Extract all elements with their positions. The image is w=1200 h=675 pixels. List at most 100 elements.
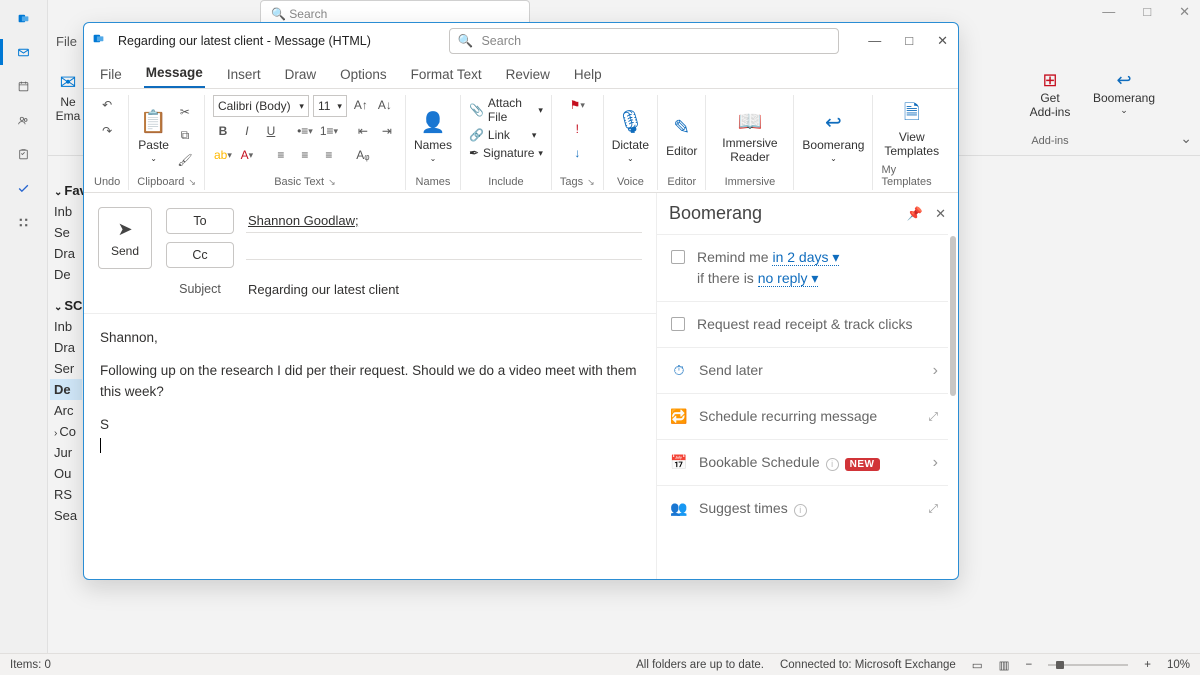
signature-button[interactable]: ✒Signature▾ [469,145,543,161]
boomerang-button[interactable]: ↩ Boomerang ⌄ [802,108,864,163]
italic-button[interactable]: I [237,121,257,141]
suggest-times-option[interactable]: 👥 Suggest timesi ⤢ [657,485,948,531]
recurring-option[interactable]: 🔁 Schedule recurring message ⤢ [657,393,948,439]
clipboard-dialog-launcher[interactable]: ↘ [188,177,196,187]
low-importance-button[interactable]: ↓ [567,143,587,163]
account-header[interactable]: SCO [50,295,82,316]
folder-item[interactable]: Ou [50,463,82,484]
bold-button[interactable]: B [213,121,233,141]
people-icon[interactable] [14,110,34,130]
view-reading-icon[interactable]: ▥ [999,658,1010,672]
outlook-app-icon[interactable] [14,8,34,28]
folder-item-selected[interactable]: De [50,379,82,400]
zoom-percent[interactable]: 10% [1167,659,1190,671]
send-button[interactable]: ➤ Send [98,207,152,269]
copy-button[interactable]: ⧉ [175,126,195,146]
boomerang-addin-button[interactable]: ↩ Boomerang ⌄ [1084,70,1164,116]
high-importance-button[interactable]: ! [567,119,587,139]
clear-formatting-button[interactable]: Aᵩ [353,145,373,165]
tab-message[interactable]: Message [144,59,205,88]
shrink-font-button[interactable]: A↓ [375,95,395,115]
view-normal-icon[interactable]: ▭ [972,658,983,672]
format-painter-button[interactable]: 🖌 [175,150,195,170]
grow-font-button[interactable]: A↑ [351,95,371,115]
tasks-icon[interactable] [14,144,34,164]
tags-dialog-launcher[interactable]: ↘ [587,177,595,187]
to-field[interactable]: Shannon Goodlaw; [246,209,642,233]
remind-me-option[interactable]: Remind me in 2 days ▾ if there is no rep… [657,234,948,301]
bookable-option[interactable]: 📅 Bookable ScheduleiNEW › [657,439,948,485]
new-email-button[interactable]: ✉ Ne Ema [54,70,82,123]
close-pane-button[interactable]: ✕ [935,206,946,222]
folder-item[interactable]: Inb [50,316,82,337]
cc-button[interactable]: Cc [166,242,234,268]
maximize-button[interactable]: □ [1143,4,1151,20]
tab-draw[interactable]: Draw [283,61,319,88]
font-size-combo[interactable]: 11▾ [313,95,347,117]
align-left-button[interactable]: ≡ [271,145,291,165]
underline-button[interactable]: U [261,121,281,141]
zoom-in-button[interactable]: + [1144,659,1151,671]
remind-checkbox[interactable] [671,250,685,264]
editor-button[interactable]: ✎ Editor [666,114,697,158]
read-receipt-option[interactable]: Request read receipt & track clicks [657,301,948,347]
get-addins-button[interactable]: ⊞ Get Add-ins Add-ins [1020,70,1080,147]
to-button[interactable]: To [166,208,234,234]
minimize-button[interactable]: — [868,33,881,49]
tab-file[interactable]: File [98,61,124,88]
redo-button[interactable]: ↷ [97,121,117,141]
tab-format-text[interactable]: Format Text [409,61,484,88]
remind-when-dropdown[interactable]: in 2 days ▾ [772,249,839,266]
receipt-checkbox[interactable] [671,317,685,331]
dictate-button[interactable]: 🎙 Dictate ⌄ [612,108,649,163]
minimize-button[interactable]: — [1102,4,1115,20]
immersive-reader-button[interactable]: 📖 Immersive Reader [714,107,785,163]
remind-condition-dropdown[interactable]: no reply ▾ [758,270,819,287]
cut-button[interactable]: ✂ [175,102,195,122]
folder-item[interactable]: Ser [50,358,82,379]
zoom-out-button[interactable]: − [1026,659,1033,671]
compose-search[interactable]: 🔍 Search [449,28,839,54]
numbering-button[interactable]: 1≡ [319,121,339,141]
send-later-option[interactable]: ⏱ Send later › [657,347,948,393]
view-templates-button[interactable]: 🗎 View Templates [881,101,942,157]
ribbon-collapse-chevron[interactable]: ⌄ [1180,130,1192,147]
favorites-header[interactable]: Favorites [50,180,82,201]
close-button[interactable]: ✕ [1179,4,1190,20]
names-button[interactable]: 👤 Names ⌄ [414,108,452,163]
folder-item[interactable]: Co [50,421,82,442]
folder-item[interactable]: Arc [50,400,82,421]
maximize-button[interactable]: □ [905,33,913,49]
folder-item[interactable]: RS [50,484,82,505]
folder-item[interactable]: Inb [50,201,82,222]
font-family-combo[interactable]: Calibri (Body)▾ [213,95,309,117]
font-color-button[interactable]: A [237,145,257,165]
scrollbar-thumb[interactable] [950,236,956,396]
align-center-button[interactable]: ≡ [295,145,315,165]
close-button[interactable]: ✕ [937,33,948,49]
info-icon[interactable]: i [826,458,839,471]
highlight-button[interactable]: ab [213,145,233,165]
folder-item[interactable]: Jur [50,442,82,463]
tab-options[interactable]: Options [338,61,389,88]
align-right-button[interactable]: ≡ [319,145,339,165]
info-icon[interactable]: i [794,504,807,517]
calendar-icon[interactable] [14,76,34,96]
bullets-button[interactable]: •≡ [295,121,315,141]
todo-icon[interactable] [14,178,34,198]
follow-up-flag-button[interactable]: ⚑ [567,95,587,115]
decrease-indent-button[interactable]: ⇤ [353,121,373,141]
folder-item[interactable]: Dra [50,243,82,264]
tab-review[interactable]: Review [504,61,552,88]
folder-item[interactable]: Dra [50,337,82,358]
folder-item[interactable]: De [50,264,82,285]
subject-field[interactable]: Regarding our latest client [246,278,642,301]
mail-icon[interactable] [14,42,34,62]
increase-indent-button[interactable]: ⇥ [377,121,397,141]
link-button[interactable]: 🔗Link▾ [469,127,537,143]
message-body[interactable]: Shannon, Following up on the research I … [84,314,656,579]
folder-item[interactable]: Sea [50,505,82,526]
undo-button[interactable]: ↶ [97,95,117,115]
cc-field[interactable] [246,251,642,260]
folder-item[interactable]: Se [50,222,82,243]
